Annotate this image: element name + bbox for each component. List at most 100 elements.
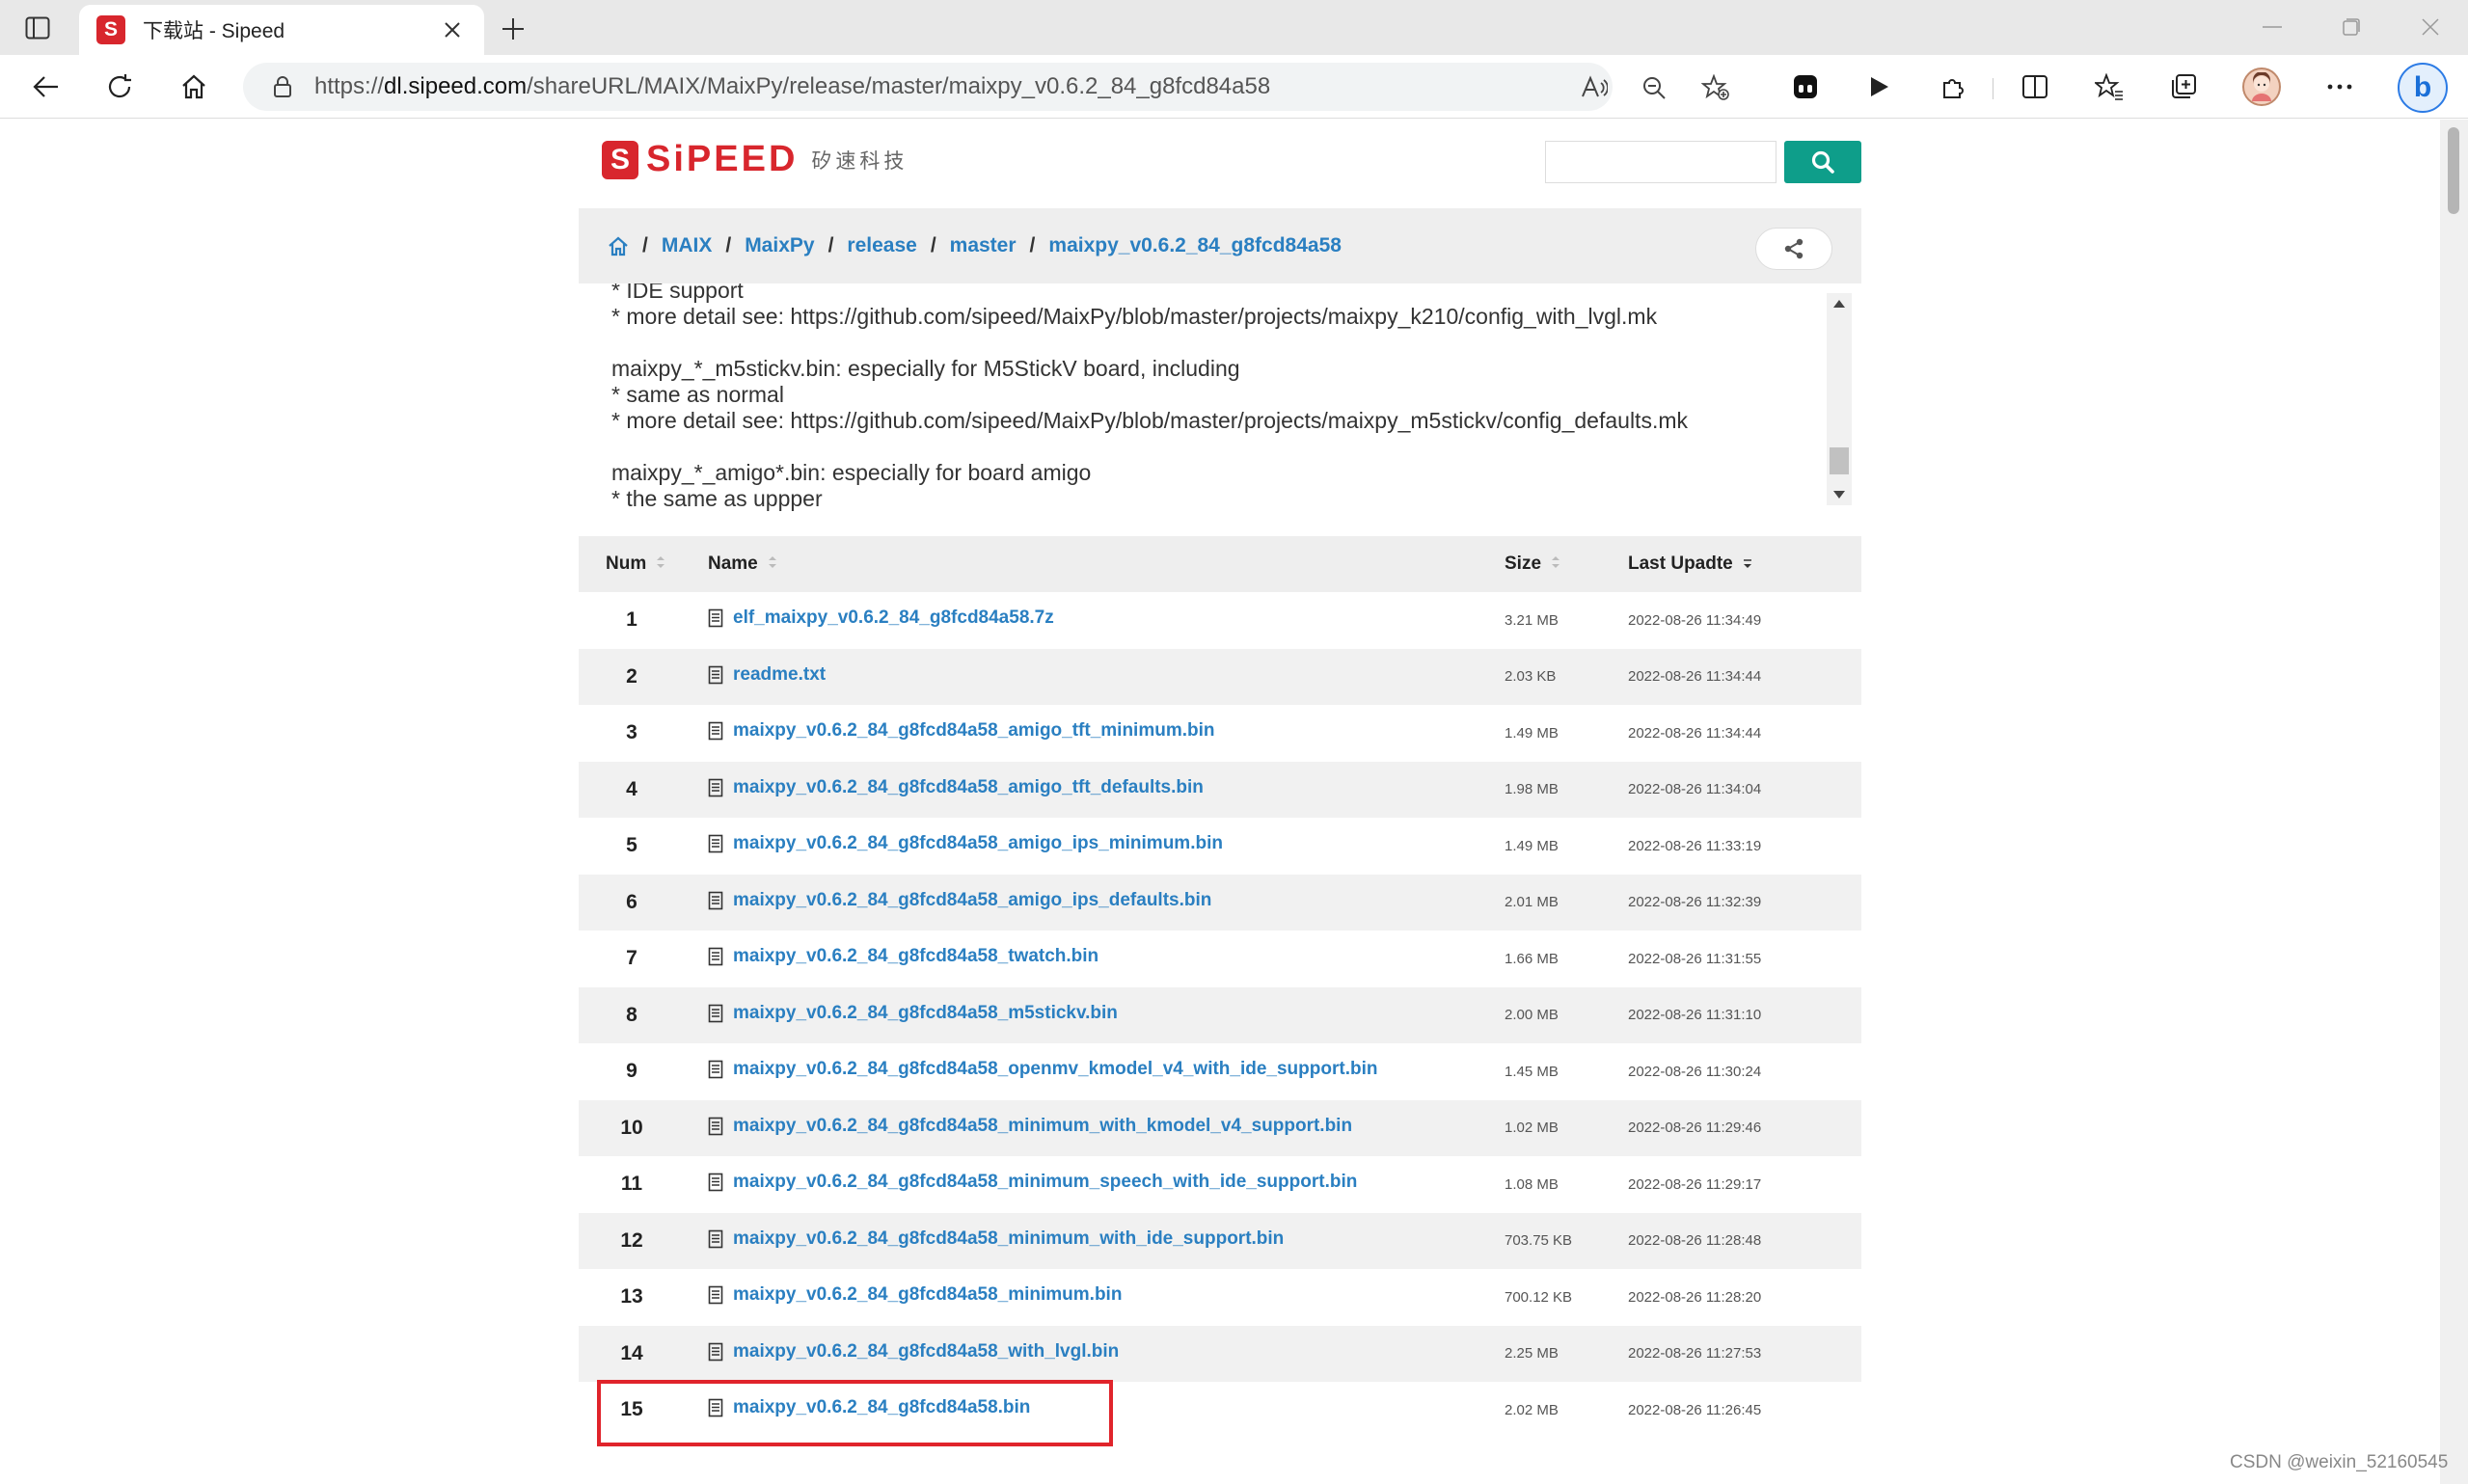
breadcrumb-item-master[interactable]: master xyxy=(950,234,1017,257)
restore-window-icon[interactable] xyxy=(2332,10,2371,44)
breadcrumb-item-current-folder[interactable]: maixpy_v0.6.2_84_g8fcd84a58 xyxy=(1048,234,1342,257)
file-name[interactable]: maixpy_v0.6.2_84_g8fcd84a58_minimum_spee… xyxy=(733,1172,1357,1193)
sipeed-favicon-icon: S xyxy=(96,15,125,44)
breadcrumb-item-release[interactable]: release xyxy=(847,234,916,257)
logo-subtitle: 矽速科技 xyxy=(811,149,909,173)
breadcrumb-home-icon[interactable] xyxy=(608,235,629,256)
file-document-icon xyxy=(708,721,723,741)
column-header-num[interactable]: Num xyxy=(579,536,685,592)
row-number: 1 xyxy=(579,592,685,649)
file-link[interactable]: elf_maixpy_v0.6.2_84_g8fcd84a58.7z xyxy=(708,607,1054,629)
site-logo[interactable]: S SiPEED 矽速科技 xyxy=(602,139,908,180)
file-last-update: 2022-08-26 11:29:17 xyxy=(1628,1156,1861,1213)
file-name[interactable]: maixpy_v0.6.2_84_g8fcd84a58.bin xyxy=(733,1397,1030,1418)
url-text[interactable]: https://dl.sipeed.com/shareURL/MAIX/Maix… xyxy=(314,73,1270,100)
file-link[interactable]: maixpy_v0.6.2_84_g8fcd84a58.bin xyxy=(708,1397,1030,1418)
breadcrumb-item-maixpy[interactable]: MaixPy xyxy=(745,234,814,257)
file-name[interactable]: maixpy_v0.6.2_84_g8fcd84a58_minimum_with… xyxy=(733,1116,1352,1137)
page-scroll-thumb[interactable] xyxy=(2448,127,2459,214)
file-link[interactable]: maixpy_v0.6.2_84_g8fcd84a58_with_lvgl.bi… xyxy=(708,1341,1119,1363)
file-name[interactable]: maixpy_v0.6.2_84_g8fcd84a58_minimum_with… xyxy=(733,1228,1284,1250)
back-arrow-icon[interactable] xyxy=(27,67,66,106)
table-row: 2 readme.txt 2.03 KB 2022-08-26 11:34:44 xyxy=(579,648,1861,705)
readme-scroll-thumb[interactable] xyxy=(1830,447,1849,474)
file-name[interactable]: elf_maixpy_v0.6.2_84_g8fcd84a58.7z xyxy=(733,607,1054,629)
zoom-out-icon[interactable] xyxy=(1638,71,1670,104)
file-link[interactable]: readme.txt xyxy=(708,664,826,686)
file-name[interactable]: maixpy_v0.6.2_84_g8fcd84a58_amigo_ips_de… xyxy=(733,890,1211,911)
row-number: 8 xyxy=(579,986,685,1043)
column-header-name[interactable]: Name xyxy=(685,536,1505,592)
close-window-icon[interactable] xyxy=(2411,10,2450,44)
address-bar[interactable]: https://dl.sipeed.com/shareURL/MAIX/Maix… xyxy=(243,63,1729,111)
column-header-last-update[interactable]: Last Upadte xyxy=(1628,536,1861,592)
site-search-button[interactable] xyxy=(1784,141,1861,183)
scroll-up-arrow-icon[interactable] xyxy=(1831,297,1847,310)
browser-tab-active[interactable]: S 下载站 - Sipeed xyxy=(79,5,484,55)
sort-descending-icon[interactable] xyxy=(1743,553,1752,575)
file-name[interactable]: maixpy_v0.6.2_84_g8fcd84a58_m5stickv.bin xyxy=(733,1003,1118,1024)
file-link[interactable]: maixpy_v0.6.2_84_g8fcd84a58_twatch.bin xyxy=(708,946,1098,967)
close-tab-icon[interactable] xyxy=(438,15,467,44)
file-link[interactable]: maixpy_v0.6.2_84_g8fcd84a58_amigo_tft_mi… xyxy=(708,720,1215,742)
split-screen-icon[interactable] xyxy=(2016,67,2054,106)
profile-avatar[interactable] xyxy=(2242,67,2281,106)
file-size: 1.66 MB xyxy=(1505,931,1628,987)
page-scrollbar[interactable] xyxy=(2440,120,2468,1484)
lock-icon[interactable] xyxy=(270,74,295,99)
browser-tab-bar: S 下载站 - Sipeed xyxy=(0,0,2468,55)
site-search-input[interactable] xyxy=(1545,141,1776,183)
scroll-down-arrow-icon[interactable] xyxy=(1831,488,1847,501)
file-link[interactable]: maixpy_v0.6.2_84_g8fcd84a58_minimum.bin xyxy=(708,1284,1122,1306)
minimize-window-icon[interactable] xyxy=(2253,10,2292,44)
row-number: 5 xyxy=(579,818,685,875)
file-name[interactable]: maixpy_v0.6.2_84_g8fcd84a58_amigo_tft_mi… xyxy=(733,720,1215,742)
add-favorite-star-icon[interactable] xyxy=(1699,71,1732,104)
refresh-icon[interactable] xyxy=(100,67,139,106)
file-document-icon xyxy=(708,1285,723,1305)
file-name[interactable]: maixpy_v0.6.2_84_g8fcd84a58_twatch.bin xyxy=(733,946,1098,967)
column-header-size[interactable]: Size xyxy=(1505,536,1628,592)
file-size: 2.25 MB xyxy=(1505,1325,1628,1382)
file-link[interactable]: maixpy_v0.6.2_84_g8fcd84a58_amigo_ips_mi… xyxy=(708,833,1223,854)
file-name[interactable]: maixpy_v0.6.2_84_g8fcd84a58_openmv_kmode… xyxy=(733,1059,1377,1080)
new-tab-icon[interactable] xyxy=(496,12,530,46)
table-row: 15 maixpy_v0.6.2_84_g8fcd84a58.bin 2.02 MB… xyxy=(579,1382,1861,1439)
file-name[interactable]: maixpy_v0.6.2_84_g8fcd84a58_amigo_tft_de… xyxy=(733,777,1204,798)
file-name[interactable]: readme.txt xyxy=(733,664,826,686)
read-aloud-icon[interactable] xyxy=(1578,71,1611,104)
logo-text: SiPEED xyxy=(646,139,799,179)
row-number: 3 xyxy=(579,705,685,762)
sort-icon[interactable] xyxy=(768,553,777,575)
file-name[interactable]: maixpy_v0.6.2_84_g8fcd84a58_with_lvgl.bi… xyxy=(733,1341,1119,1363)
file-last-update: 2022-08-26 11:31:55 xyxy=(1628,931,1861,987)
home-icon[interactable] xyxy=(175,67,213,106)
file-name-cell: maixpy_v0.6.2_84_g8fcd84a58_minimum_spee… xyxy=(685,1156,1505,1213)
breadcrumb-item-maix[interactable]: MAIX xyxy=(662,234,713,257)
sort-icon[interactable] xyxy=(656,553,665,575)
more-menu-icon[interactable] xyxy=(2320,67,2359,106)
file-last-update: 2022-08-26 11:28:20 xyxy=(1628,1269,1861,1326)
table-row: 4 maixpy_v0.6.2_84_g8fcd84a58_amigo_tft_d… xyxy=(579,761,1861,818)
file-link[interactable]: maixpy_v0.6.2_84_g8fcd84a58_m5stickv.bin xyxy=(708,1003,1118,1024)
file-link[interactable]: maixpy_v0.6.2_84_g8fcd84a58_minimum_with… xyxy=(708,1116,1352,1137)
play-icon[interactable] xyxy=(1859,67,1898,106)
readme-panel[interactable]: * IDE support * more detail see: https:/… xyxy=(579,283,1861,515)
extensions-puzzle-icon[interactable] xyxy=(1935,67,1973,106)
tab-actions-icon[interactable] xyxy=(21,12,54,44)
bing-chat-icon[interactable]: b xyxy=(2398,63,2448,113)
file-link[interactable]: maixpy_v0.6.2_84_g8fcd84a58_minimum_spee… xyxy=(708,1172,1357,1193)
file-size: 700.12 KB xyxy=(1505,1269,1628,1326)
sort-icon[interactable] xyxy=(1551,553,1560,575)
file-link[interactable]: maixpy_v0.6.2_84_g8fcd84a58_amigo_ips_de… xyxy=(708,890,1211,911)
file-name[interactable]: maixpy_v0.6.2_84_g8fcd84a58_minimum.bin xyxy=(733,1284,1122,1306)
file-link[interactable]: maixpy_v0.6.2_84_g8fcd84a58_minimum_with… xyxy=(708,1228,1284,1250)
favorites-icon[interactable] xyxy=(2090,67,2129,106)
file-name[interactable]: maixpy_v0.6.2_84_g8fcd84a58_amigo_ips_mi… xyxy=(733,833,1223,854)
readme-scrollbar[interactable] xyxy=(1827,293,1852,505)
file-link[interactable]: maixpy_v0.6.2_84_g8fcd84a58_openmv_kmode… xyxy=(708,1059,1377,1080)
share-button[interactable] xyxy=(1755,228,1832,270)
collections-icon[interactable] xyxy=(2164,67,2203,106)
file-link[interactable]: maixpy_v0.6.2_84_g8fcd84a58_amigo_tft_de… xyxy=(708,777,1204,798)
extension-app-icon[interactable] xyxy=(1786,67,1825,106)
